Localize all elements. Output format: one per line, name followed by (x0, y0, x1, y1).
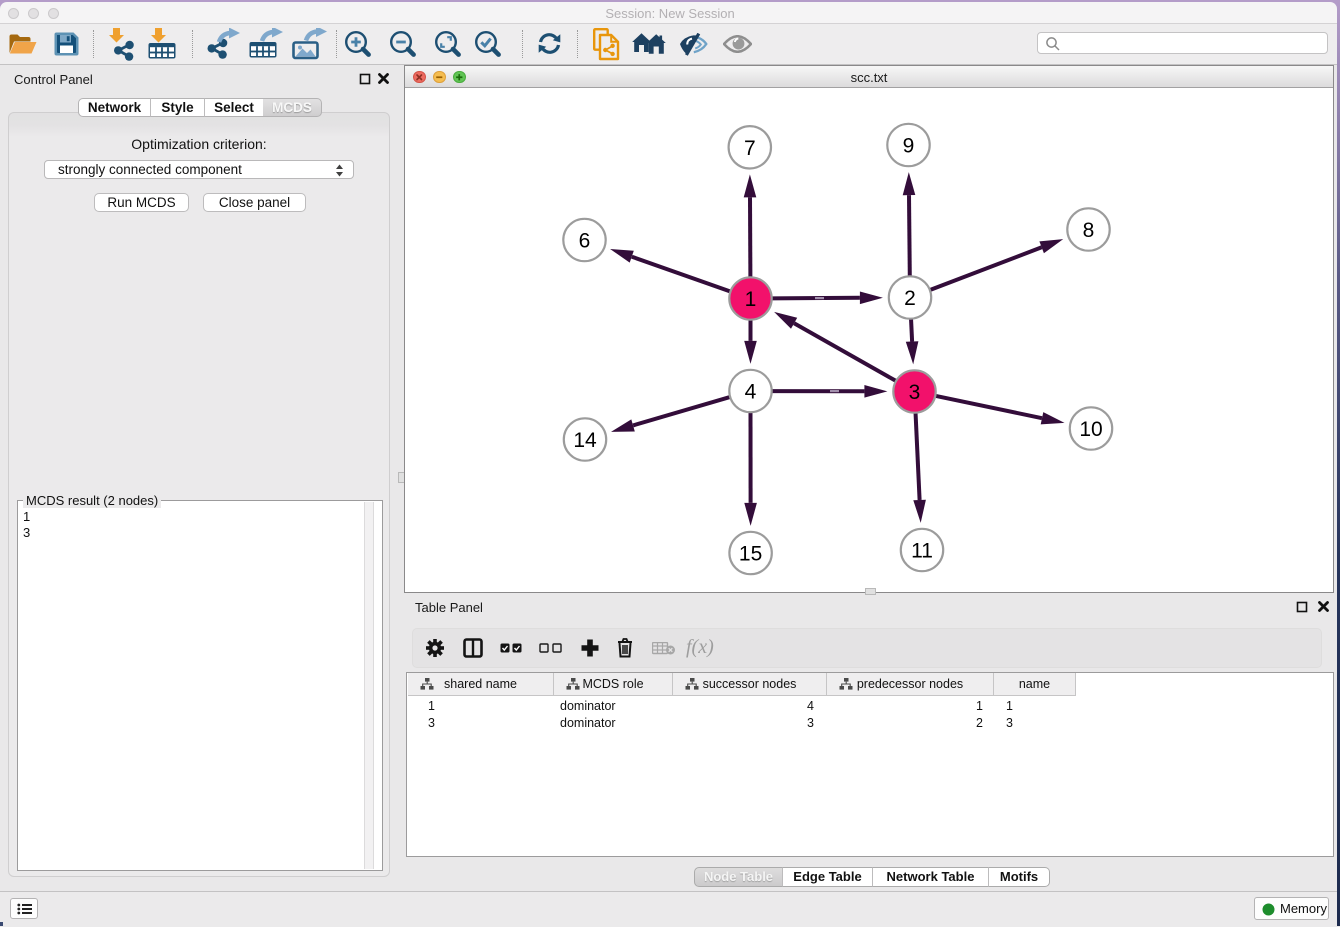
svg-text:2: 2 (904, 287, 916, 310)
svg-text:4: 4 (745, 381, 757, 404)
svg-text:14: 14 (573, 429, 597, 452)
svg-text:8: 8 (1083, 219, 1095, 242)
svg-text:3: 3 (909, 381, 921, 404)
svg-text:11: 11 (911, 540, 933, 563)
svg-text:1: 1 (745, 288, 757, 311)
svg-text:10: 10 (1079, 418, 1102, 441)
svg-text:6: 6 (579, 230, 591, 253)
svg-text:15: 15 (739, 543, 762, 566)
svg-text:7: 7 (744, 137, 756, 160)
svg-text:9: 9 (903, 135, 915, 158)
